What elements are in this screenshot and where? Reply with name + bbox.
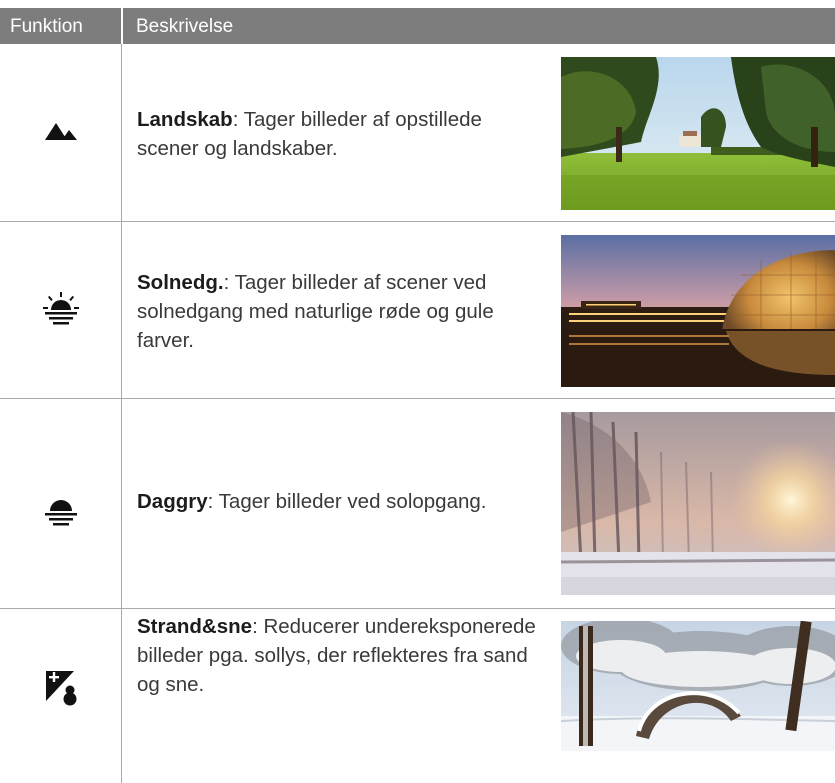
row-text: : Tager billeder ved solopgang. xyxy=(207,490,487,513)
sunset-building-photo xyxy=(561,235,835,387)
dawn-icon xyxy=(45,500,77,526)
header-divider xyxy=(121,8,123,44)
row-description: Solnedg.: Tager billeder af scener ved s… xyxy=(137,268,537,355)
header-description: Beskrivelse xyxy=(136,16,234,37)
header-function: Funktion xyxy=(10,16,83,37)
row-title: Solnedg. xyxy=(137,271,224,294)
misty-dawn-photo xyxy=(561,412,835,595)
table-row: Strand&sne: Reducerer undereksponerede b… xyxy=(0,609,835,783)
snow-park-photo xyxy=(561,621,835,773)
row-title: Daggry xyxy=(137,490,208,513)
row-description: Landskab: Tager billeder af opstillede s… xyxy=(137,105,537,163)
row-title: Landskab xyxy=(137,108,233,131)
table-row: Landskab: Tager billeder af opstillede s… xyxy=(0,44,835,222)
row-description: Daggry: Tager billeder ved solopgang. xyxy=(137,487,537,516)
table-header: Funktion Beskrivelse xyxy=(0,8,835,44)
sunset-icon xyxy=(43,292,79,325)
row-description: Strand&sne: Reducerer undereksponerede b… xyxy=(137,612,537,699)
beach-snow-icon xyxy=(46,671,77,706)
scene-mode-table: Funktion Beskrivelse Landskab: Tager bil… xyxy=(0,0,835,783)
row-title: Strand&sne xyxy=(137,615,253,638)
table-row: Daggry: Tager billeder ved solopgang. xyxy=(0,399,835,609)
landscape-icon xyxy=(45,123,77,140)
table-row: Solnedg.: Tager billeder af scener ved s… xyxy=(0,222,835,399)
park-landscape-photo xyxy=(561,57,835,210)
